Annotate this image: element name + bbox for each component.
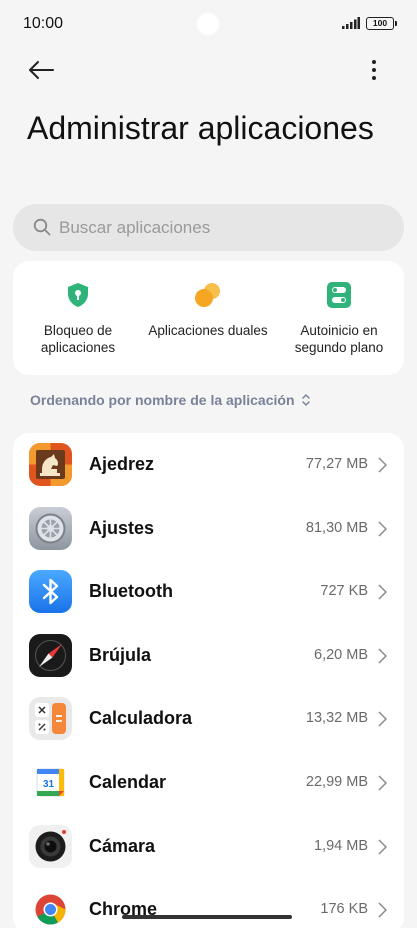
top-bar (0, 50, 417, 90)
app-size: 727 KB (320, 583, 368, 600)
settings-gear-icon (29, 506, 72, 550)
app-size: 1,94 MB (314, 837, 368, 854)
shield-lock-icon (68, 283, 88, 307)
sort-updown-icon (301, 394, 310, 406)
app-size: 6,20 MB (314, 646, 368, 663)
app-size: 77,27 MB (305, 456, 368, 472)
app-row-camara[interactable]: Cámara 1,94 MB (13, 815, 404, 879)
app-row-calculadora[interactable]: Calculadora 13,32 MB (13, 687, 404, 751)
search-input[interactable] (59, 204, 379, 251)
chevron-right-icon (378, 648, 387, 664)
app-size: 176 KB (320, 901, 368, 918)
home-indicator[interactable] (122, 915, 292, 919)
app-size: 81,30 MB (305, 519, 368, 536)
chevron-right-icon (378, 584, 387, 600)
calendar-icon: 31 (29, 761, 72, 804)
camera-icon (29, 824, 72, 868)
back-arrow-icon[interactable] (26, 56, 56, 84)
chevron-right-icon (378, 521, 387, 537)
chess-icon (29, 443, 72, 486)
background-autostart-label: Autoinicio en segundo plano (294, 323, 384, 355)
app-size: 13,32 MB (305, 710, 368, 727)
calendar-day-number: 31 (43, 779, 55, 790)
app-row-bluetooth[interactable]: Bluetooth 727 KB (13, 560, 404, 624)
chevron-right-icon (378, 902, 387, 918)
search-icon (33, 218, 51, 236)
app-row-chrome[interactable]: Chrome 176 KB (13, 878, 404, 928)
chevron-right-icon (378, 775, 387, 791)
app-size: 22,99 MB (305, 774, 368, 790)
battery-level: 100 (372, 18, 388, 28)
app-name: Calculadora (89, 708, 193, 729)
background-autostart-button[interactable]: Autoinicio en segundo plano (274, 261, 404, 375)
app-name: Ajustes (89, 517, 155, 538)
page-title: Administrar aplicaciones (27, 110, 374, 146)
bluetooth-icon (29, 570, 72, 614)
chevron-right-icon (378, 839, 387, 855)
dual-apps-label: Aplicaciones duales (148, 323, 268, 338)
search-bar[interactable] (13, 204, 404, 251)
app-name: Ajedrez (89, 454, 155, 474)
toggle-switch-icon (327, 282, 351, 308)
sort-selector[interactable]: Ordenando por nombre de la aplicación (30, 390, 311, 410)
chrome-icon (29, 888, 72, 928)
dual-apps-button[interactable]: Aplicaciones duales (143, 261, 273, 375)
app-name: Bluetooth (89, 581, 173, 602)
app-name: Cámara (89, 835, 156, 856)
signal-icon (342, 17, 360, 29)
app-name: Brújula (89, 644, 152, 665)
dual-apps-icon (195, 283, 220, 307)
more-options-icon[interactable] (362, 56, 386, 84)
app-row-ajedrez[interactable]: Ajedrez 77,27 MB (13, 433, 404, 497)
app-lock-button[interactable]: Bloqueo de aplicaciones (13, 261, 143, 375)
camera-cutout (197, 13, 219, 35)
battery-icon: 100 (366, 17, 397, 30)
sort-label: Ordenando por nombre de la aplicación (30, 392, 295, 408)
quick-actions-card: Bloqueo de aplicaciones Aplicaciones dua… (13, 261, 404, 375)
compass-icon (29, 633, 72, 677)
status-bar: 10:00 100 (0, 0, 417, 50)
chevron-right-icon (378, 457, 387, 473)
calculator-icon (29, 697, 72, 741)
chevron-right-icon (378, 711, 387, 727)
app-row-brujula[interactable]: Brújula 6,20 MB (13, 624, 404, 688)
apps-list: Ajedrez 77,27 MB Ajustes 81,30 MB Blueto… (13, 433, 404, 928)
app-lock-label: Bloqueo de aplicaciones (40, 323, 116, 355)
app-name: Calendar (89, 772, 167, 792)
app-row-calendar[interactable]: 31 Calendar 22,99 MB (13, 751, 404, 815)
status-time: 10:00 (23, 15, 64, 32)
app-row-ajustes[interactable]: Ajustes 81,30 MB (13, 497, 404, 561)
